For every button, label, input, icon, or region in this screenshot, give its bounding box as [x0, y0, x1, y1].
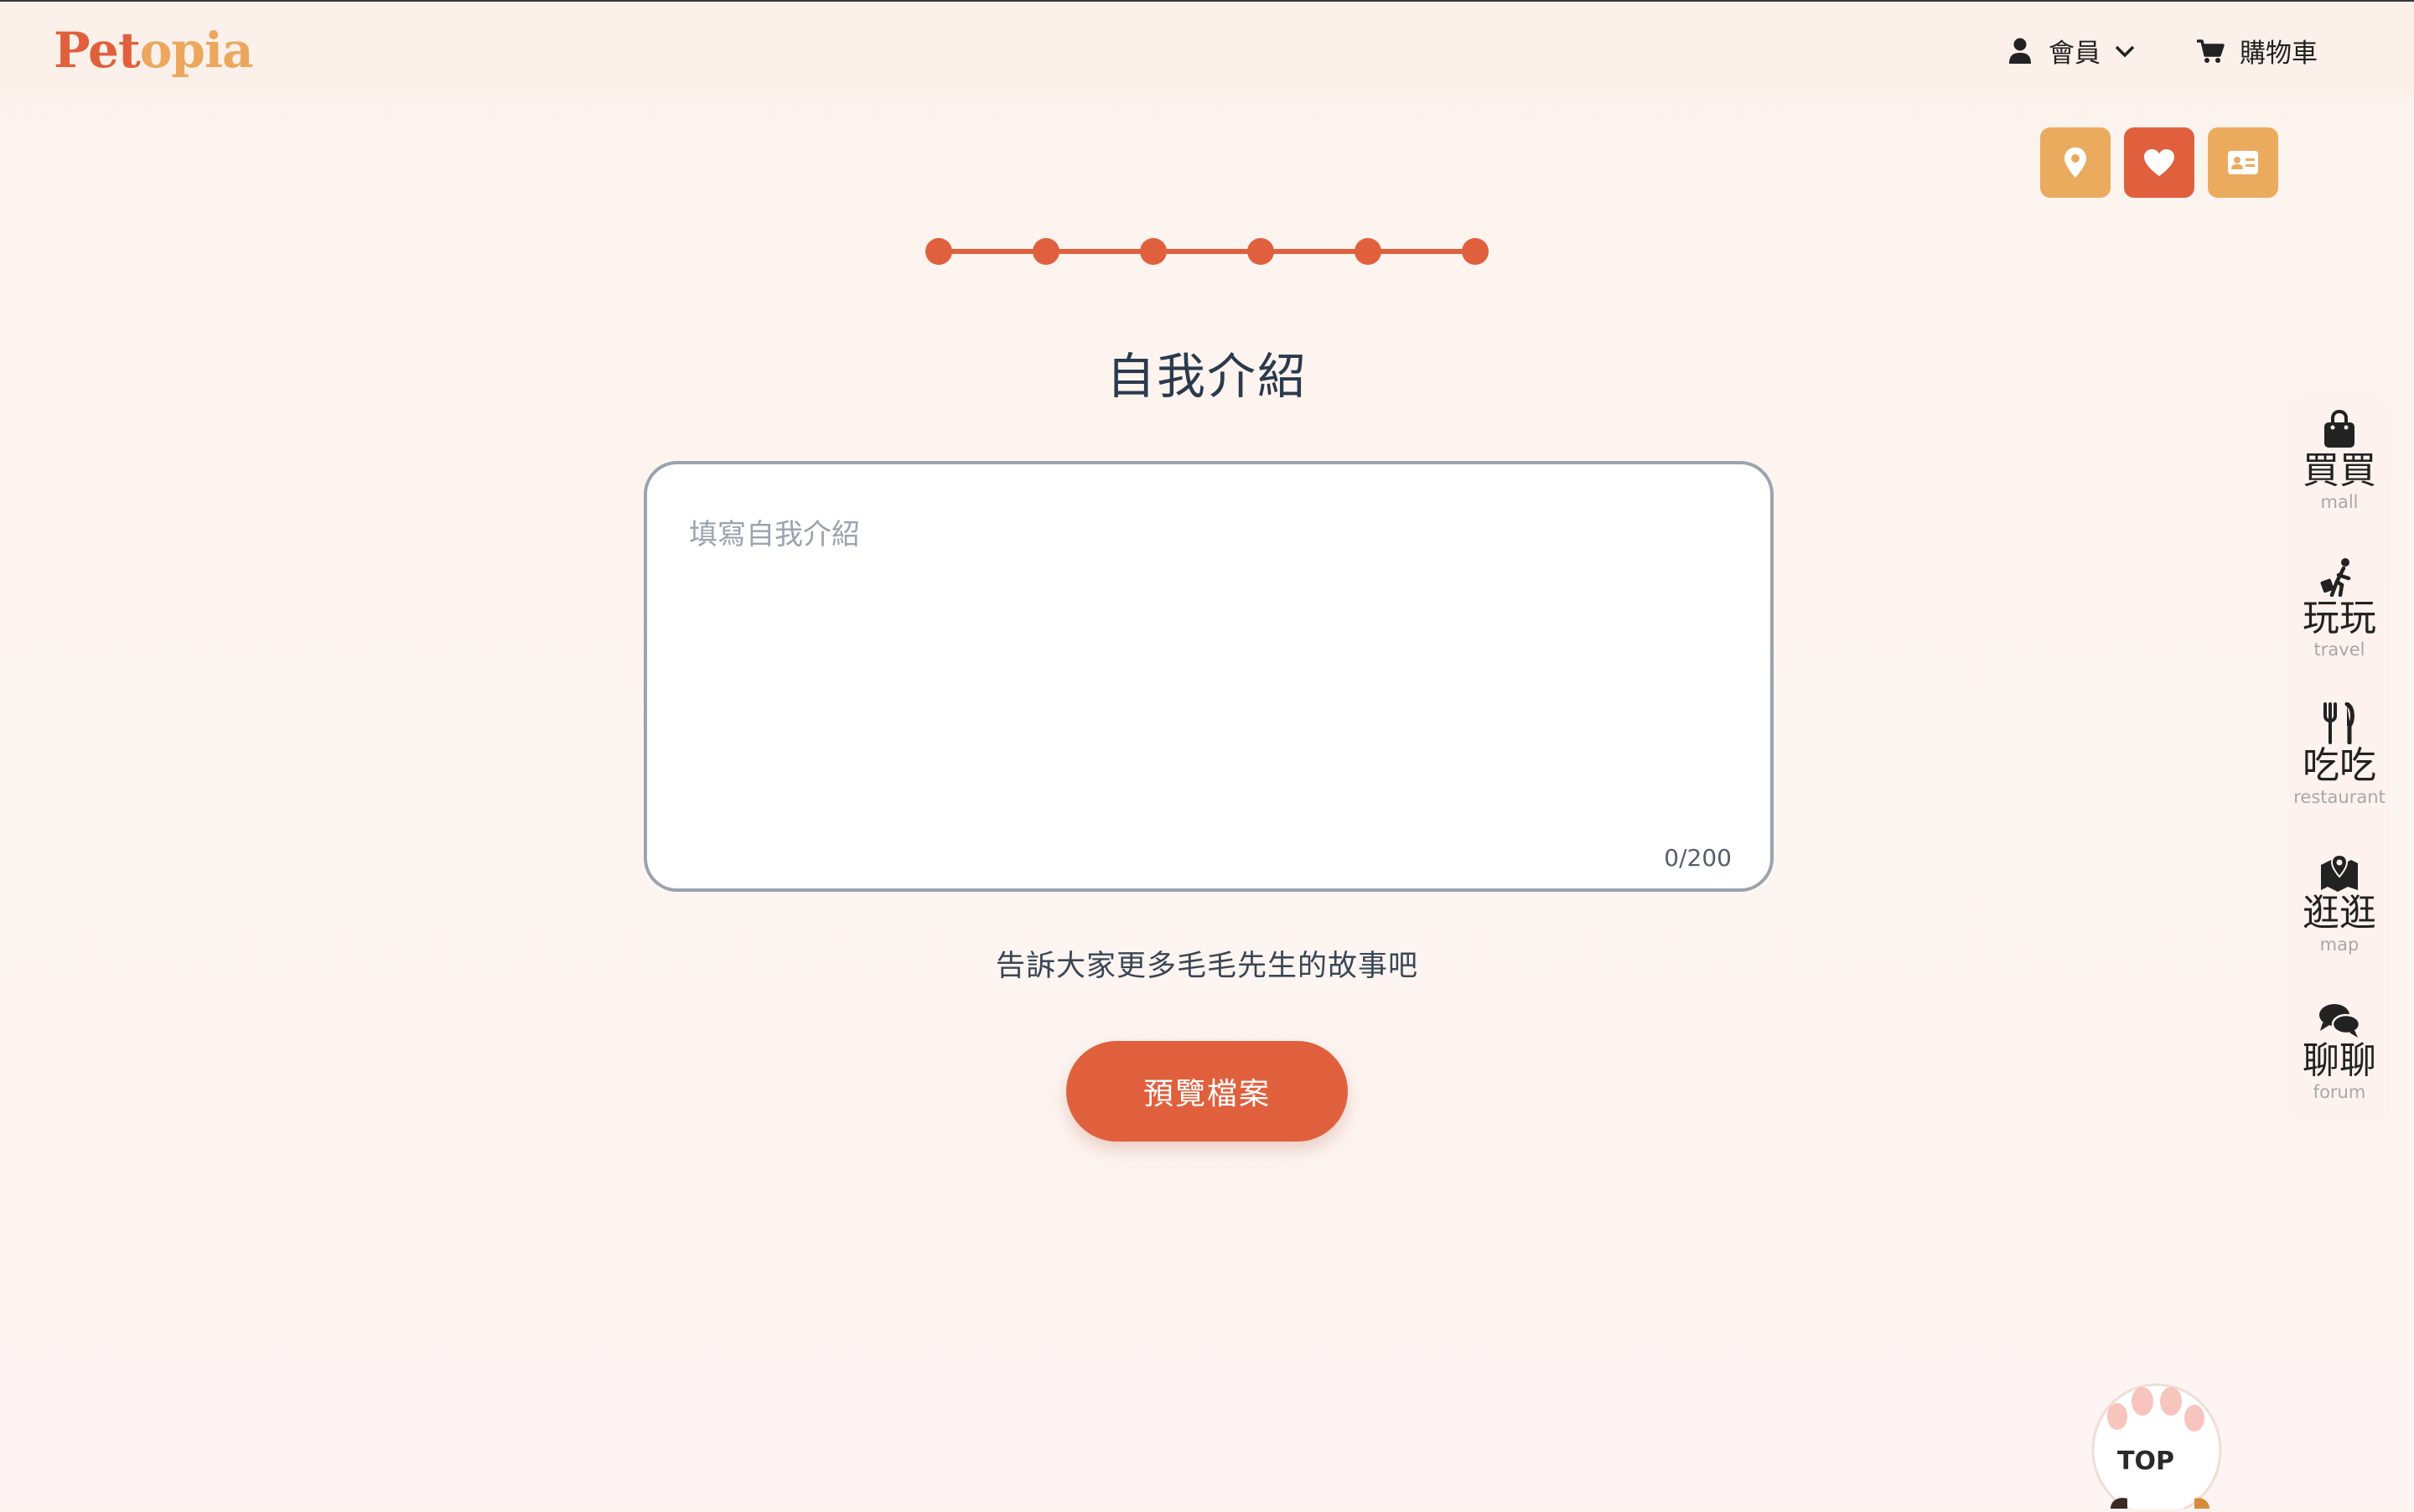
id-card-icon: [2228, 151, 2258, 174]
top-label: TOP: [2117, 1447, 2174, 1476]
textarea-placeholder: 填寫自我介紹: [689, 518, 860, 551]
cart-icon: [2197, 39, 2225, 63]
step-dot: [925, 238, 952, 265]
hint-text: 告訴大家更多毛毛先生的故事吧: [995, 950, 1418, 983]
location-button[interactable]: [2040, 127, 2111, 198]
logo-text-opia: opia: [139, 22, 254, 79]
sidenav-label-zh: 玩玩: [2303, 597, 2376, 639]
self-intro-textarea[interactable]: 填寫自我介紹 0/200: [644, 461, 1774, 892]
sidenav-label-zh: 買買: [2303, 449, 2376, 492]
progress-line: [939, 249, 1475, 254]
sidenav-label-en: map: [2319, 935, 2360, 955]
side-navigation: 買買 mall 玩玩 travel 吃吃 restaurant 逛逛 map 聊…: [2288, 394, 2391, 1123]
cart-label: 購物車: [2240, 39, 2318, 69]
sidenav-label-en: forum: [2313, 1082, 2366, 1102]
sidenav-item-forum[interactable]: 聊聊 forum: [2288, 992, 2391, 1101]
character-counter: 0/200: [1664, 844, 1732, 872]
member-label: 會員: [2049, 39, 2101, 69]
profile-card-button[interactable]: [2208, 127, 2278, 198]
preview-profile-button[interactable]: 預覽檔案: [1066, 1041, 1348, 1142]
heart-icon: [2144, 149, 2174, 176]
petopia-logo[interactable]: Petopia: [54, 22, 254, 79]
step-dot: [1247, 238, 1274, 265]
member-menu-button[interactable]: 會員: [2008, 32, 2136, 70]
utensils-icon: [2288, 697, 2391, 744]
sidenav-item-restaurant[interactable]: 吃吃 restaurant: [2288, 697, 2391, 806]
sidenav-item-map[interactable]: 逛逛 map: [2288, 845, 2391, 954]
user-icon: [2009, 38, 2031, 64]
location-pin-icon: [2064, 148, 2086, 178]
shopping-bag-icon: [2288, 402, 2391, 449]
sidenav-label-en: mall: [2320, 492, 2359, 512]
header-bar: Petopia 會員 購物車: [0, 2, 2414, 94]
cart-button[interactable]: 購物車: [2196, 32, 2318, 70]
chevron-down-icon: [2115, 45, 2135, 57]
map-location-icon: [2288, 845, 2391, 892]
step-dot: [1033, 238, 1059, 265]
paw-icon: [2091, 1383, 2222, 1512]
logo-text-pet: Pet: [54, 22, 141, 79]
sidenav-label-zh: 逛逛: [2303, 892, 2376, 935]
step-dot: [1355, 238, 1381, 265]
person-walking-luggage-icon: [2288, 550, 2391, 597]
step-dot: [1462, 238, 1489, 265]
sidenav-label-zh: 聊聊: [2303, 1039, 2376, 1082]
scroll-to-top-button[interactable]: TOP: [2077, 1366, 2245, 1512]
sidenav-label-zh: 吃吃: [2303, 744, 2376, 787]
sidenav-label-en: restaurant: [2293, 787, 2386, 807]
sidenav-label-en: travel: [2313, 639, 2365, 660]
favorites-button[interactable]: [2124, 127, 2194, 198]
sidenav-item-mall[interactable]: 買買 mall: [2288, 402, 2391, 511]
comments-icon: [2288, 992, 2391, 1039]
step-dot: [1140, 238, 1167, 265]
progress-stepper: [922, 235, 1492, 268]
sidenav-item-travel[interactable]: 玩玩 travel: [2288, 550, 2391, 659]
page-title: 自我介紹: [1106, 348, 1308, 405]
